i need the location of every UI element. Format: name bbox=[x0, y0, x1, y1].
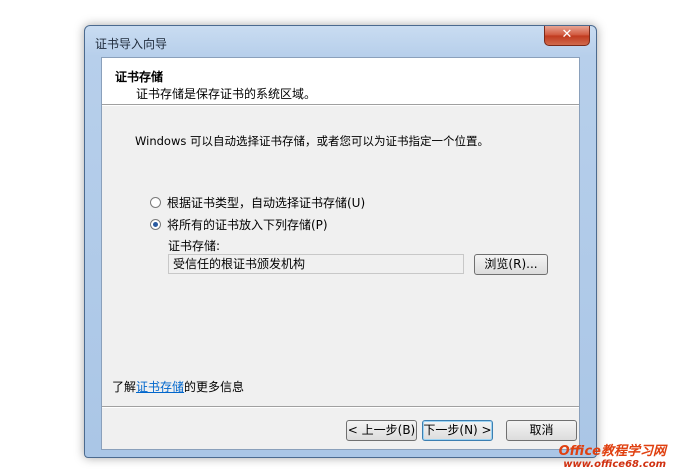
watermark-line2: www.office68.com bbox=[563, 459, 666, 470]
option-auto-label: 根据证书类型，自动选择证书存储(U) bbox=[167, 196, 366, 210]
footer-separator bbox=[102, 406, 579, 408]
header-subtitle: 证书存储是保存证书的系统区域。 bbox=[136, 87, 317, 101]
store-label: 证书存储: bbox=[168, 239, 221, 253]
next-button[interactable]: 下一步(N) > bbox=[422, 420, 493, 441]
option-manual[interactable]: 将所有的证书放入下列存储(P) bbox=[150, 216, 328, 233]
wizard-header: 证书存储 证书存储是保存证书的系统区域。 bbox=[102, 58, 579, 104]
option-auto[interactable]: 根据证书类型，自动选择证书存储(U) bbox=[150, 194, 365, 211]
header-separator bbox=[102, 104, 579, 106]
cancel-button[interactable]: 取消 bbox=[506, 420, 577, 441]
back-button[interactable]: < 上一步(B) bbox=[346, 420, 417, 441]
wizard-window: 证书导入向导 ✕ 证书存储 证书存储是保存证书的系统区域。 Windows 可以… bbox=[84, 25, 597, 458]
radio-manual[interactable] bbox=[150, 219, 161, 230]
window-title: 证书导入向导 bbox=[95, 37, 168, 51]
learn-more-link[interactable]: 证书存储 bbox=[136, 380, 184, 394]
store-field: 受信任的根证书颁发机构 bbox=[168, 254, 464, 274]
learn-more-prefix: 了解 bbox=[112, 380, 137, 394]
wizard-client-area: 证书存储 证书存储是保存证书的系统区域。 Windows 可以自动选择证书存储，… bbox=[101, 57, 580, 450]
close-icon: ✕ bbox=[561, 27, 573, 42]
learn-more-suffix: 的更多信息 bbox=[184, 380, 245, 394]
watermark-line1: Office教程学习网 bbox=[558, 444, 666, 459]
header-title: 证书存储 bbox=[115, 70, 164, 84]
close-button[interactable]: ✕ bbox=[544, 26, 590, 46]
radio-auto[interactable] bbox=[150, 197, 161, 208]
intro-text: Windows 可以自动选择证书存储，或者您可以为证书指定一个位置。 bbox=[135, 134, 489, 148]
learn-more: 了解证书存储的更多信息 bbox=[112, 378, 244, 395]
option-manual-label: 将所有的证书放入下列存储(P) bbox=[167, 218, 328, 232]
watermark-logo: Office教程学习网 www.office68.com bbox=[559, 440, 666, 470]
browse-button[interactable]: 浏览(R)... bbox=[474, 254, 548, 275]
